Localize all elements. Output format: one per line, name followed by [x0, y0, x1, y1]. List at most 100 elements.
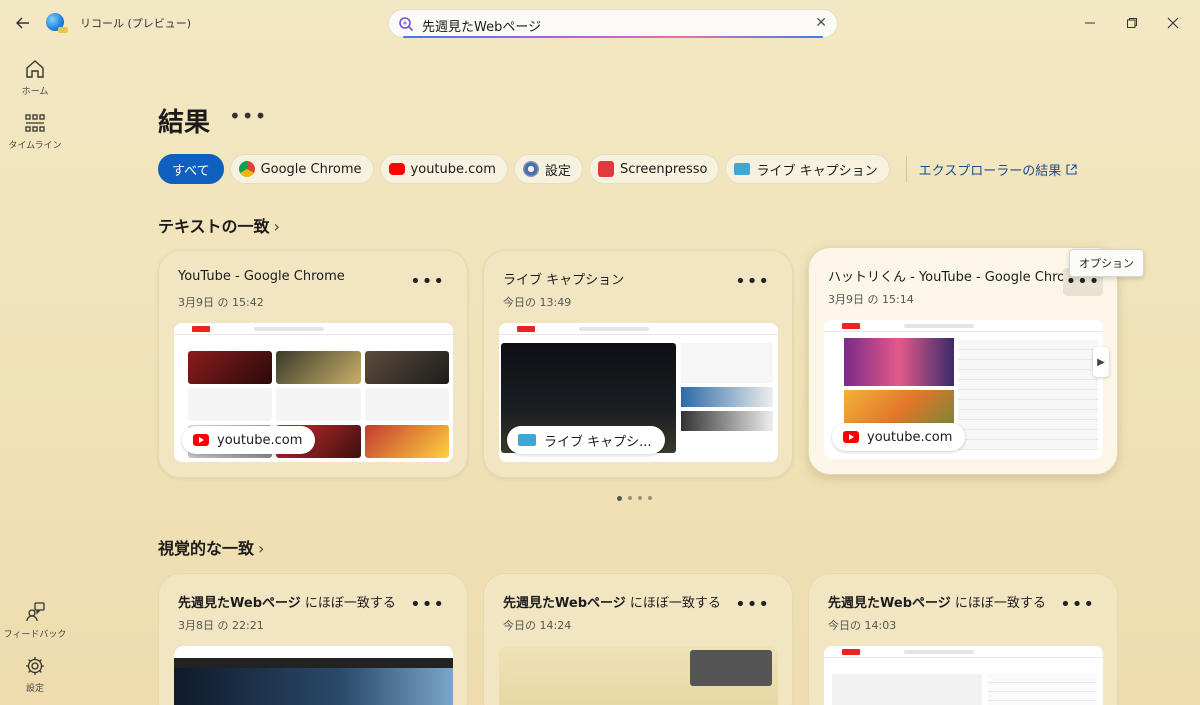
card-screenshot-thumbnail: youtube.com [824, 320, 1103, 459]
home-icon [26, 60, 44, 78]
chrome-icon [238, 161, 255, 177]
source-badge-label: youtube.com [867, 429, 953, 445]
visual-match-card[interactable]: 先週見たWebページ にほぼ一致する 今日の 14:03 ••• [808, 573, 1118, 705]
chevron-right-icon: › [273, 217, 280, 236]
card-title-query: 先週見たWebページ [503, 596, 626, 611]
card-date: 今日の 13:49 [503, 296, 572, 309]
card-title-rest: にほぼ一致する [625, 596, 721, 611]
text-match-section-title[interactable]: テキストの一致 › [158, 213, 280, 237]
nav-feedback-label: フィードバック [3, 630, 67, 640]
filter-chip-live-caption[interactable]: ライブ キャプション [725, 154, 890, 184]
card-title: 先週見たWebページ にほぼ一致する [828, 592, 1046, 611]
card-screenshot-thumbnail [499, 646, 778, 705]
visual-match-card[interactable]: 先週見たWebページ にほぼ一致する 3月8日 の 22:21 ••• [158, 573, 468, 705]
card-date: 3月9日 の 15:14 [828, 293, 914, 306]
search-box[interactable]: 先週見たWebページ ✕ [388, 9, 838, 38]
source-badge: youtube.com [832, 423, 966, 451]
card-more-options-icon[interactable]: ••• [410, 596, 445, 614]
filter-chip-label: Screenpresso [619, 161, 708, 177]
pager-dot[interactable] [628, 496, 632, 500]
nav-home-label: ホーム [21, 87, 49, 97]
close-button[interactable] [1162, 12, 1184, 34]
filter-bar: すべて Google Chrome youtube.com 設定 Screenp… [158, 154, 1077, 184]
page-title: 結果 [158, 108, 211, 138]
nav-timeline-label: タイムライン [8, 141, 62, 151]
nav-feedback[interactable]: フィードバック [0, 601, 70, 640]
filter-chip-youtube[interactable]: youtube.com [379, 154, 508, 184]
external-link-icon [1066, 163, 1077, 175]
card-title: 先週見たWebページ にほぼ一致する [503, 592, 721, 611]
next-image-arrow-icon[interactable]: ▶ [1093, 347, 1109, 377]
live-caption-icon [518, 434, 536, 446]
text-match-card[interactable]: YouTube - Google Chrome 3月9日 の 15:42 •••… [158, 250, 468, 478]
card-date: 3月9日 の 15:42 [178, 296, 264, 309]
youtube-icon [193, 434, 209, 446]
options-tooltip: オプション [1069, 249, 1144, 277]
nav-timeline[interactable]: タイムライン [0, 112, 70, 151]
chevron-right-icon: › [258, 539, 265, 558]
title-bar: リコール (プレビュー) 先週見たWebページ ✕ [0, 0, 1200, 46]
card-title-query: 先週見たWebページ [178, 596, 301, 611]
card-more-options-icon[interactable]: ••• [735, 273, 770, 291]
youtube-icon [843, 431, 859, 443]
pager-dot[interactable] [617, 496, 622, 501]
feedback-icon [26, 602, 45, 622]
carousel-pager[interactable] [617, 496, 652, 501]
filter-divider [905, 156, 907, 182]
card-screenshot-thumbnail: ライブ キャプシ... [499, 323, 778, 462]
card-screenshot-thumbnail [174, 646, 453, 705]
app-title: リコール (プレビュー) [80, 17, 192, 30]
card-title: 先週見たWebページ にほぼ一致する [178, 592, 396, 611]
card-title-query: 先週見たWebページ [828, 596, 951, 611]
visual-match-section-title[interactable]: 視覚的な一致 › [158, 535, 264, 559]
card-screenshot-thumbnail: youtube.com [174, 323, 453, 462]
text-match-section-label: テキストの一致 [158, 217, 270, 236]
settings-gear-icon [26, 657, 44, 675]
source-badge-label: youtube.com [217, 432, 303, 448]
explorer-results-label: エクスプローラーの結果 [918, 163, 1062, 179]
card-title: ハットリくん - YouTube - Google Chrome [828, 270, 1086, 285]
card-more-options-icon[interactable]: ••• [410, 273, 445, 291]
search-input[interactable]: 先週見たWebページ [422, 16, 541, 35]
filter-chip-label: 設定 [544, 163, 571, 179]
card-date: 今日の 14:24 [503, 619, 572, 632]
source-badge-label: ライブ キャプシ... [544, 434, 652, 450]
timeline-icon [25, 114, 45, 132]
results-more-options-icon[interactable]: ••• [229, 104, 267, 128]
back-arrow-icon[interactable] [12, 12, 34, 34]
filter-chip-screenpresso[interactable]: Screenpresso [588, 154, 720, 184]
text-match-card[interactable]: ハットリくん - YouTube - Google Chrome 3月9日 の … [808, 247, 1118, 475]
text-match-card[interactable]: ライブ キャプション 今日の 13:49 ••• ライブ キャプシ... [483, 250, 793, 478]
source-badge: ライブ キャプシ... [507, 426, 665, 454]
pager-dot[interactable] [638, 496, 642, 500]
card-title-rest: にほぼ一致する [950, 596, 1046, 611]
minimize-button[interactable] [1079, 12, 1101, 34]
filter-chip-label: youtube.com [410, 161, 496, 177]
filter-chip-chrome[interactable]: Google Chrome [229, 154, 374, 184]
filter-chip-label: Google Chrome [260, 161, 362, 177]
explorer-results-link[interactable]: エクスプローラーの結果 [919, 160, 1078, 179]
recall-app-icon [46, 13, 68, 33]
restore-button[interactable] [1121, 12, 1143, 34]
youtube-icon [388, 163, 405, 175]
search-sparkle-icon [399, 17, 414, 32]
filter-chip-all[interactable]: すべて [158, 154, 224, 184]
nav-settings-label: 設定 [25, 684, 44, 694]
visual-match-card[interactable]: 先週見たWebページ にほぼ一致する 今日の 14:24 ••• [483, 573, 793, 705]
clear-search-icon[interactable]: ✕ [815, 15, 827, 31]
screenpresso-icon [597, 161, 614, 177]
visual-match-section-label: 視覚的な一致 [158, 539, 255, 558]
pager-dot[interactable] [648, 496, 652, 500]
card-date: 今日の 14:03 [828, 619, 897, 632]
card-screenshot-thumbnail [824, 646, 1103, 705]
nav-home[interactable]: ホーム [0, 58, 70, 97]
card-date: 3月8日 の 22:21 [178, 619, 264, 632]
filter-chip-settings[interactable]: 設定 [513, 154, 583, 184]
gear-icon [522, 161, 539, 177]
card-title-rest: にほぼ一致する [300, 596, 396, 611]
nav-settings[interactable]: 設定 [0, 655, 70, 694]
card-more-options-icon[interactable]: ••• [735, 596, 770, 614]
card-more-options-icon[interactable]: ••• [1060, 596, 1095, 614]
card-title: ライブ キャプション [503, 273, 625, 288]
source-badge: youtube.com [182, 426, 316, 454]
